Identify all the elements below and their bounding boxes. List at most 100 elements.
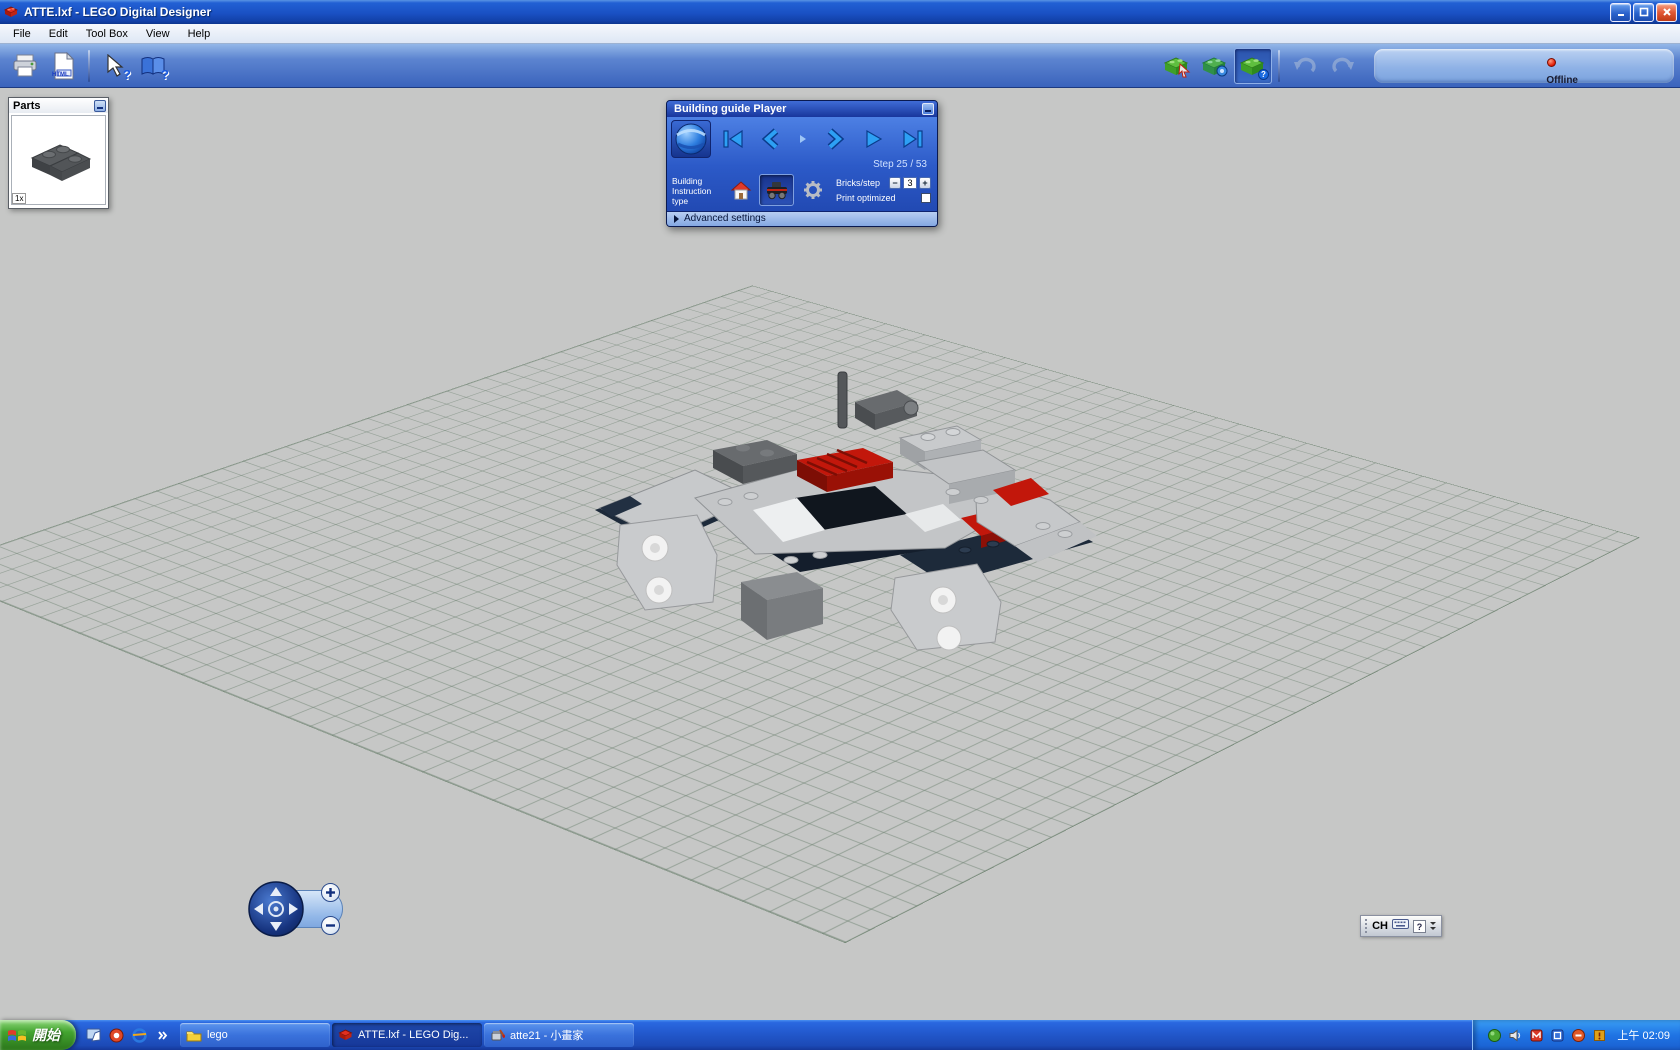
toolbar: HTML ? ? ? Offline: [0, 44, 1680, 88]
start-label: 開始: [32, 1027, 60, 1043]
guide-panel-title: Building guide Player: [674, 103, 787, 115]
volume-icon[interactable]: [1508, 1028, 1523, 1043]
alert-icon[interactable]: [1592, 1028, 1607, 1043]
help-book-button[interactable]: ?: [134, 48, 172, 84]
zoom-out-button[interactable]: [321, 916, 340, 935]
view-mode-button[interactable]: [1196, 48, 1234, 84]
folder-icon: [186, 1031, 202, 1041]
instruction-type-advanced-button[interactable]: [795, 174, 830, 206]
instruction-type-vehicle-button[interactable]: [759, 174, 794, 206]
language-help-button[interactable]: ?: [1413, 919, 1426, 933]
part-quantity-label: 1x: [12, 193, 27, 204]
step-indicator: Step 25 / 53: [873, 159, 927, 170]
menu-bar: File Edit Tool Box View Help: [0, 24, 1680, 44]
next-step-button[interactable]: [820, 125, 848, 153]
building-guide-player: Building guide Player Step 25 / 53 Build…: [666, 100, 938, 227]
windows-logo-icon: [8, 1029, 26, 1041]
menu-edit[interactable]: Edit: [40, 25, 77, 43]
taskbar: 開始 lego ATTE.lxf - LEGO Dig... atte21 - …: [0, 1020, 1680, 1050]
language-bar: CH ?: [1360, 915, 1442, 937]
bricks-per-step-value: 3: [903, 177, 917, 190]
connection-status-panel: [1374, 48, 1674, 83]
question-mark-icon: ?: [123, 66, 131, 82]
print-optimized-checkbox[interactable]: [921, 193, 931, 204]
language-indicator[interactable]: CH: [1372, 920, 1388, 932]
context-help-button[interactable]: ?: [96, 48, 134, 84]
globe-button[interactable]: [671, 120, 711, 158]
menu-view[interactable]: View: [137, 25, 179, 43]
bricks-per-step-label: Bricks/step: [836, 178, 881, 189]
parts-panel-minimize-button[interactable]: [94, 99, 106, 112]
instruction-type-label: Building Instruction type: [672, 176, 712, 207]
question-mark-icon: ?: [161, 66, 169, 82]
show-desktop-icon[interactable]: [84, 1026, 102, 1044]
bricks-per-step-decrease-button[interactable]: −: [889, 177, 901, 190]
last-step-button[interactable]: [899, 125, 927, 153]
build-mode-button[interactable]: [1158, 48, 1196, 84]
parts-panel-title: Parts: [13, 99, 41, 112]
start-button[interactable]: 開始: [0, 1020, 76, 1050]
menu-toolbox[interactable]: Tool Box: [77, 25, 137, 43]
window-title: ATTE.lxf - LEGO Digital Designer: [24, 5, 212, 19]
offline-indicator-icon: [1547, 57, 1556, 67]
menu-help[interactable]: Help: [179, 25, 220, 43]
close-button[interactable]: [1656, 2, 1677, 22]
step-marker-icon: [798, 134, 808, 144]
first-step-button[interactable]: [719, 125, 747, 153]
task-button-paint[interactable]: atte21 - 小畫家: [484, 1023, 634, 1047]
play-button[interactable]: [859, 125, 887, 153]
messenger-icon[interactable]: [1529, 1028, 1544, 1043]
instruction-type-building-button[interactable]: [723, 174, 758, 206]
maximize-button[interactable]: [1633, 2, 1654, 22]
advanced-settings-label: Advanced settings: [684, 213, 766, 225]
parts-panel: Parts 1x: [8, 97, 109, 209]
guide-panel-header[interactable]: Building guide Player: [667, 101, 937, 117]
language-options-icon[interactable]: [1430, 922, 1436, 930]
quick-launch: [76, 1020, 179, 1050]
part-thumbnail[interactable]: 1x: [11, 115, 106, 205]
media-player-icon[interactable]: [107, 1026, 125, 1044]
system-tray: 上午 02:09: [1472, 1020, 1680, 1050]
ime-icon[interactable]: [1550, 1028, 1565, 1043]
guide-panel-minimize-button[interactable]: [922, 103, 934, 115]
print-button[interactable]: [6, 48, 44, 84]
task-button-ldd[interactable]: ATTE.lxf - LEGO Dig...: [332, 1023, 482, 1047]
parts-panel-header: Parts: [9, 98, 108, 113]
camera-rotate-pad[interactable]: [247, 880, 305, 938]
ldd-task-icon: [338, 1029, 353, 1040]
camera-navigation: [247, 880, 345, 938]
bricks-per-step-increase-button[interactable]: +: [919, 177, 931, 190]
task-label: atte21 - 小畫家: [510, 1030, 584, 1042]
task-button-lego-folder[interactable]: lego: [180, 1023, 330, 1047]
drag-handle[interactable]: [1365, 919, 1368, 933]
menu-file[interactable]: File: [4, 25, 40, 43]
zoom-in-button[interactable]: [321, 883, 340, 902]
building-guide-mode-button[interactable]: ?: [1234, 47, 1272, 84]
title-bar: ATTE.lxf - LEGO Digital Designer: [0, 0, 1680, 24]
keyboard-icon[interactable]: [1392, 917, 1409, 935]
export-html-button[interactable]: HTML: [44, 48, 82, 84]
connection-status-label: Offline: [1546, 75, 1578, 86]
update-status-icon[interactable]: [1487, 1028, 1502, 1043]
guide-help-badge: ?: [1258, 68, 1269, 80]
taskbar-clock: 上午 02:09: [1617, 1030, 1670, 1042]
redo-button[interactable]: [1324, 48, 1362, 84]
undo-button[interactable]: [1286, 48, 1324, 84]
browser-icon[interactable]: [130, 1026, 148, 1044]
minimize-button[interactable]: [1610, 2, 1631, 22]
toolbar-right-group: ?: [1158, 47, 1674, 84]
antivirus-icon[interactable]: [1571, 1028, 1586, 1043]
html-icon-label: HTML: [52, 71, 69, 78]
lego-model[interactable]: [545, 350, 1135, 670]
toolbar-separator: [1278, 49, 1280, 82]
window-controls: [1610, 2, 1677, 22]
ldd-window: ATTE.lxf - LEGO Digital Designer File Ed…: [0, 0, 1680, 1050]
previous-step-button[interactable]: [758, 125, 786, 153]
guide-panel-body: Step 25 / 53 Building Instruction type B…: [667, 117, 937, 226]
quick-launch-overflow-icon[interactable]: [153, 1026, 171, 1044]
expand-arrow-icon: [674, 214, 679, 223]
advanced-settings-toggle[interactable]: Advanced settings: [667, 210, 937, 226]
toolbar-separator: [88, 49, 90, 82]
app-icon: [3, 4, 19, 20]
task-label: ATTE.lxf - LEGO Dig...: [358, 1029, 469, 1041]
